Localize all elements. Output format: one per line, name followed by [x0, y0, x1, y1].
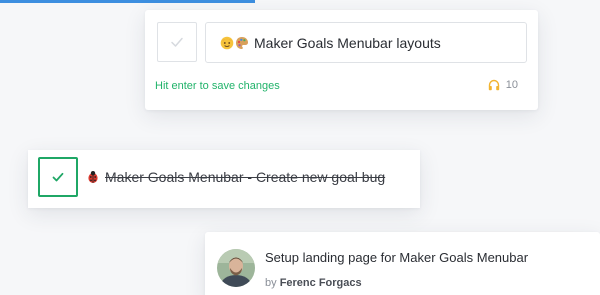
- completed-goal-card: Maker Goals Menubar - Create new goal bu…: [28, 150, 420, 208]
- completed-goal-text[interactable]: Maker Goals Menubar - Create new goal bu…: [86, 169, 385, 185]
- author-name[interactable]: Ferenc Forgacs: [280, 277, 362, 289]
- top-accent-bar: [0, 0, 255, 3]
- check-icon: [171, 37, 183, 47]
- avatar[interactable]: [217, 249, 255, 287]
- save-hint: Hit enter to save changes: [155, 80, 280, 92]
- goal-edit-input[interactable]: Maker Goals Menubar layouts: [205, 22, 527, 63]
- completed-goal-checkbox[interactable]: [38, 157, 78, 197]
- headphones-icon: [488, 79, 499, 91]
- bug-emoji-icon: [86, 170, 101, 184]
- streak-count: 10: [505, 79, 518, 91]
- goal-checkbox[interactable]: [157, 22, 197, 62]
- feed-item-title[interactable]: Setup landing page for Maker Goals Menub…: [265, 250, 528, 265]
- goal-emojis: [220, 36, 250, 50]
- feed-item-author-line: by Ferenc Forgacs: [265, 277, 362, 289]
- palette-emoji-icon: [236, 36, 248, 49]
- completed-goal-label: Maker Goals Menubar - Create new goal bu…: [105, 169, 386, 185]
- face-emoji-icon: [220, 36, 234, 49]
- check-icon: [52, 172, 64, 182]
- edit-goal-card: Maker Goals Menubar layouts Hit enter to…: [145, 10, 538, 110]
- feed-item-card[interactable]: Setup landing page for Maker Goals Menub…: [205, 232, 600, 295]
- author-prefix: by: [265, 277, 277, 289]
- goal-edit-text: Maker Goals Menubar layouts: [254, 34, 441, 51]
- streak-counter: 10: [488, 79, 518, 91]
